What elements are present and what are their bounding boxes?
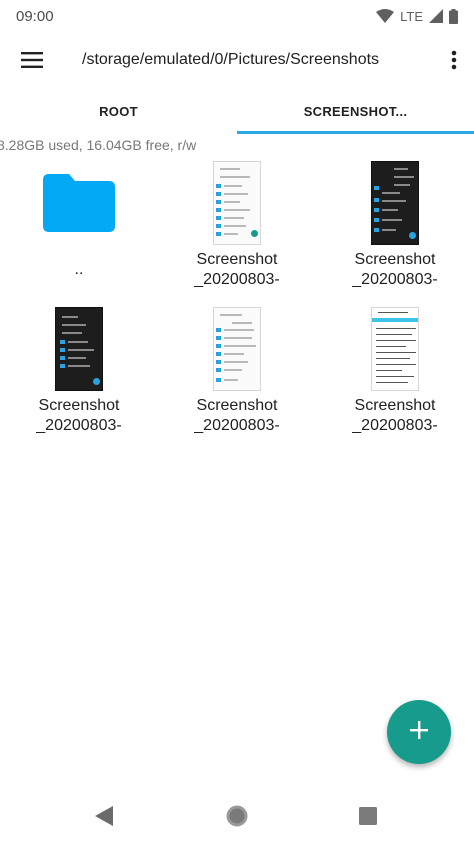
hamburger-menu-icon[interactable]	[0, 32, 64, 88]
file-name: Screenshot _20200803-	[194, 397, 280, 434]
signal-icon	[429, 9, 443, 23]
tab-bar: ROOT SCREENSHOT...	[0, 88, 474, 134]
battery-icon	[449, 8, 458, 24]
screenshot-thumbnail	[213, 161, 261, 245]
toolbar: /storage/emulated/0/Pictures/Screenshots	[0, 32, 474, 88]
file-name: Screenshot _20200803-	[194, 251, 280, 288]
file-name: Screenshot _20200803-	[36, 397, 122, 434]
status-bar: 09:00 LTE	[0, 0, 474, 32]
storage-info: 8.28GB used, 16.04GB free, r/w	[0, 137, 197, 153]
back-icon[interactable]	[92, 804, 116, 828]
home-icon[interactable]	[225, 804, 249, 828]
screenshot-thumbnail	[371, 307, 419, 391]
current-path-title: /storage/emulated/0/Pictures/Screenshots	[82, 51, 380, 68]
tab-root[interactable]: ROOT	[0, 88, 237, 134]
recents-icon[interactable]	[356, 804, 380, 828]
file-item-screenshot[interactable]: Screenshot _20200803-	[158, 306, 316, 452]
folder-icon	[43, 174, 115, 232]
file-item-screenshot[interactable]: Screenshot _20200803-	[0, 306, 158, 452]
network-type-label: LTE	[400, 8, 423, 24]
status-time: 09:00	[16, 7, 54, 25]
status-icons: LTE	[376, 8, 458, 24]
screenshot-thumbnail	[371, 161, 419, 245]
folder-thumb	[43, 160, 115, 246]
file-item-screenshot[interactable]: Screenshot _20200803-	[316, 306, 474, 452]
plus-icon	[409, 720, 429, 745]
file-item-parent-folder[interactable]: ..	[0, 160, 158, 306]
add-fab-button[interactable]	[387, 700, 451, 764]
system-nav-bar	[0, 790, 474, 842]
more-vert-icon[interactable]	[434, 32, 474, 88]
screenshot-thumbnail	[213, 307, 261, 391]
file-name: Screenshot _20200803-	[352, 251, 438, 288]
screenshot-thumbnail	[55, 307, 103, 391]
file-item-screenshot[interactable]: Screenshot _20200803-	[158, 160, 316, 306]
tab-screenshots[interactable]: SCREENSHOT...	[237, 88, 474, 134]
file-name: Screenshot _20200803-	[352, 397, 438, 434]
file-item-screenshot[interactable]: Screenshot _20200803-	[316, 160, 474, 306]
file-name: ..	[74, 261, 84, 278]
wifi-icon	[376, 9, 395, 23]
